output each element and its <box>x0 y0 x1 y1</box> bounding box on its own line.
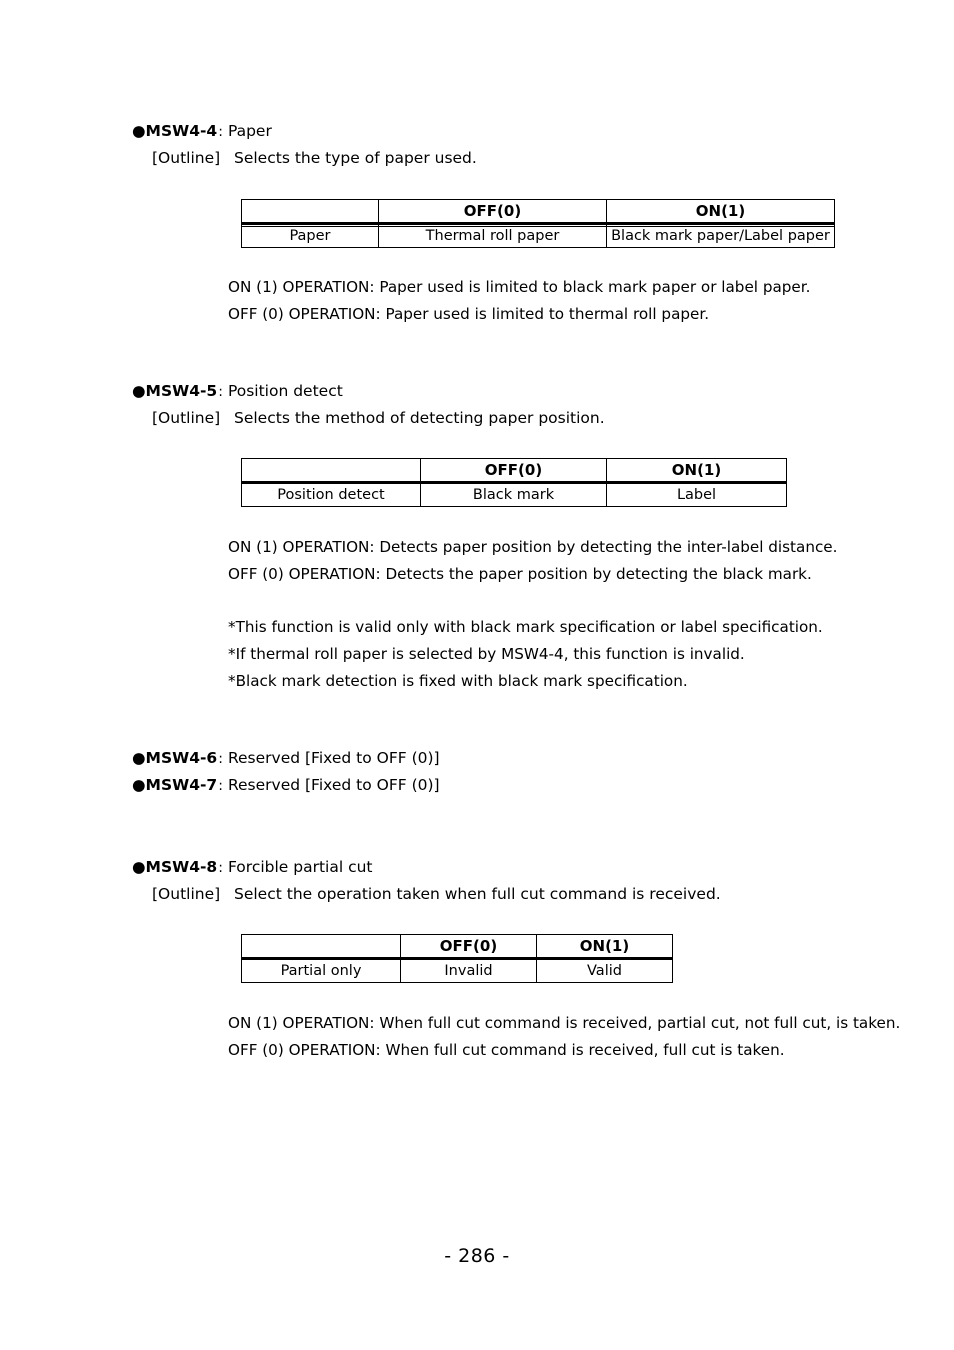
table-cell-off: Invalid <box>400 958 537 983</box>
outline-row-msw4-4: [Outline] Selects the type of paper used. <box>152 148 477 168</box>
table-cell-on: Valid <box>536 958 673 983</box>
table-header-row: OFF(0) ON(1) <box>241 199 835 225</box>
entry-colon: : <box>218 751 223 767</box>
bullet-icon: ● <box>132 382 146 400</box>
entry-key: MSW4-8 <box>145 858 218 876</box>
page-number: - 286 - <box>444 1245 510 1267</box>
switch-table-msw4-5: OFF(0) ON(1) Position detect Black mark … <box>241 458 787 507</box>
entry-key: MSW4-6 <box>145 749 218 767</box>
note-off-msw4-8: OFF (0) OPERATION: When full cut command… <box>228 1041 785 1059</box>
footnote-1-msw4-5: *This function is valid only with black … <box>228 618 823 636</box>
entry-heading-msw4-4: ●MSW4-4: Paper <box>132 121 272 142</box>
bullet-icon: ● <box>132 122 146 140</box>
table-header-cell-blank <box>241 458 421 484</box>
table-cell-off: Black mark <box>420 482 607 507</box>
outline-text: Selects the type of paper used. <box>234 149 477 167</box>
table-header-cell-off: OFF(0) <box>420 458 607 484</box>
table-header-cell-on: ON(1) <box>606 458 787 484</box>
outline-label: [Outline] <box>152 885 221 903</box>
table-header-row: OFF(0) ON(1) <box>241 934 673 960</box>
entry-colon: : <box>218 778 223 794</box>
switch-table-msw4-8: OFF(0) ON(1) Partial only Invalid Valid <box>241 934 673 983</box>
note-off-msw4-4: OFF (0) OPERATION: Paper used is limited… <box>228 305 710 323</box>
table-row: Partial only Invalid Valid <box>241 958 673 983</box>
entry-key: MSW4-7 <box>145 776 218 794</box>
note-on-msw4-5: ON (1) OPERATION: Detects paper position… <box>228 538 838 556</box>
entry-title: Reserved [Fixed to OFF (0)] <box>227 749 440 767</box>
table-cell-label: Position detect <box>241 482 421 507</box>
footnote-2-msw4-5: *If thermal roll paper is selected by MS… <box>228 645 745 663</box>
entry-heading-msw4-8: ●MSW4-8: Forcible partial cut <box>132 857 373 878</box>
entry-colon: : <box>218 384 223 400</box>
entry-key: MSW4-4 <box>145 122 218 140</box>
bullet-icon: ● <box>132 749 146 767</box>
note-on-msw4-8: ON (1) OPERATION: When full cut command … <box>228 1014 901 1032</box>
entry-title: Paper <box>227 122 272 140</box>
note-on-msw4-4: ON (1) OPERATION: Paper used is limited … <box>228 278 811 296</box>
entry-heading-msw4-5: ●MSW4-5: Position detect <box>132 381 343 402</box>
table-header-cell-on: ON(1) <box>606 199 835 225</box>
footnote-3-msw4-5: *Black mark detection is fixed with blac… <box>228 672 688 690</box>
table-cell-on: Label <box>606 482 787 507</box>
bullet-icon: ● <box>132 858 146 876</box>
table-cell-label: Partial only <box>241 958 401 983</box>
entry-colon: : <box>218 860 223 876</box>
outline-row-msw4-5: [Outline] Selects the method of detecting… <box>152 408 605 428</box>
table-header-cell-blank <box>241 934 401 960</box>
bullet-icon: ● <box>132 776 146 794</box>
entry-key: MSW4-5 <box>145 382 218 400</box>
document-page: ●MSW4-4: Paper [Outline] Selects the type … <box>0 0 954 1350</box>
entry-title: Reserved [Fixed to OFF (0)] <box>227 776 440 794</box>
entry-title: Position detect <box>227 382 343 400</box>
table-double-rule <box>241 226 834 228</box>
outline-text: Select the operation taken when full cut… <box>234 885 721 903</box>
outline-label: [Outline] <box>152 149 221 167</box>
table-header-cell-on: ON(1) <box>536 934 673 960</box>
table-header-row: OFF(0) ON(1) <box>241 458 787 484</box>
table-row: Position detect Black mark Label <box>241 482 787 507</box>
outline-label: [Outline] <box>152 409 221 427</box>
switch-table-msw4-4: OFF(0) ON(1) Paper Thermal roll paper Bl… <box>241 199 835 248</box>
entry-colon: : <box>218 124 223 140</box>
outline-text: Selects the method of detecting paper po… <box>234 409 605 427</box>
entry-heading-msw4-6: ●MSW4-6: Reserved [Fixed to OFF (0)] <box>132 748 440 769</box>
entry-heading-msw4-7: ●MSW4-7: Reserved [Fixed to OFF (0)] <box>132 775 440 796</box>
table-header-cell-off: OFF(0) <box>378 199 607 225</box>
outline-row-msw4-8: [Outline] Select the operation taken when… <box>152 884 721 904</box>
note-off-msw4-5: OFF (0) OPERATION: Detects the paper pos… <box>228 565 812 583</box>
entry-title: Forcible partial cut <box>227 858 373 876</box>
table-header-cell-blank <box>241 199 379 225</box>
table-header-cell-off: OFF(0) <box>400 934 537 960</box>
